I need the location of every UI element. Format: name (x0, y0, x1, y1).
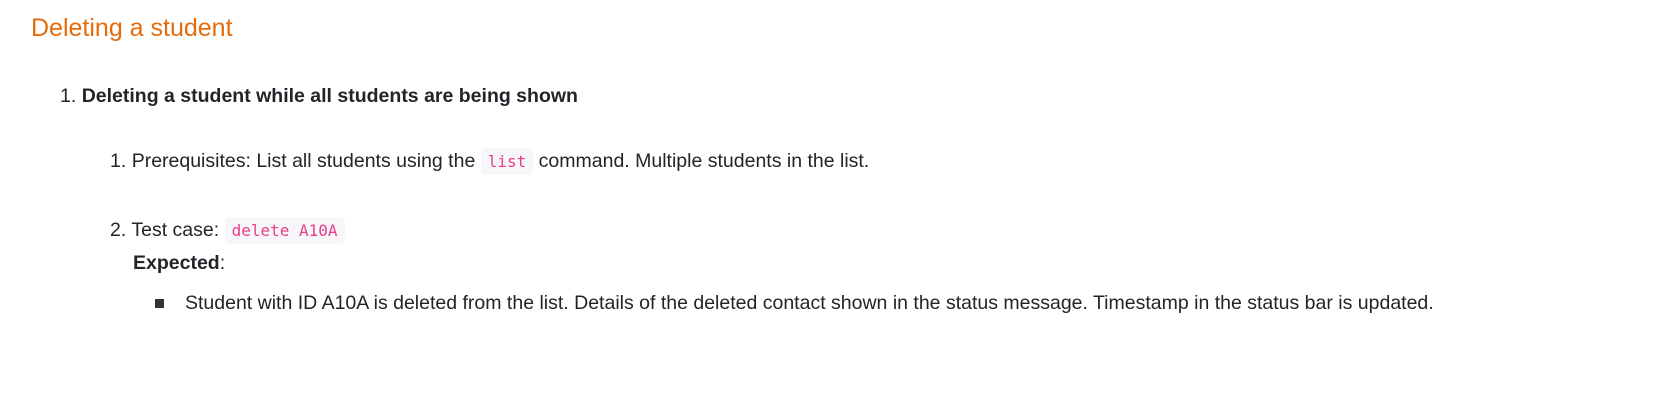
item-number: 2. (110, 219, 127, 241)
item-title: Deleting a student while all students ar… (81, 85, 578, 107)
expected-colon: : (219, 252, 226, 274)
expected-label: Expected: (133, 252, 225, 275)
list-item-1: 1. Deleting a student while all students… (60, 85, 578, 108)
prerequisites-item: 1. Prerequisites: List all students usin… (110, 148, 870, 175)
section-heading: Deleting a student (31, 14, 233, 42)
prerequisites-text: Prerequisites: List all students using t… (131, 150, 476, 172)
test-case-item: 2. Test case: delete A10A (110, 217, 345, 244)
expected-bold: Expected (133, 252, 220, 274)
test-case-label: Test case: (131, 219, 220, 241)
code-delete: delete A10A (224, 217, 345, 244)
prerequisites-text-after: command. Multiple students in the list. (538, 150, 870, 172)
square-bullet-icon (155, 299, 164, 308)
expected-text: Student with ID A10A is deleted from the… (185, 292, 1434, 314)
item-number: 1. (110, 150, 127, 172)
code-list: list (480, 148, 534, 175)
item-number: 1. (60, 85, 77, 107)
expected-bullet: Student with ID A10A is deleted from the… (155, 287, 1555, 320)
